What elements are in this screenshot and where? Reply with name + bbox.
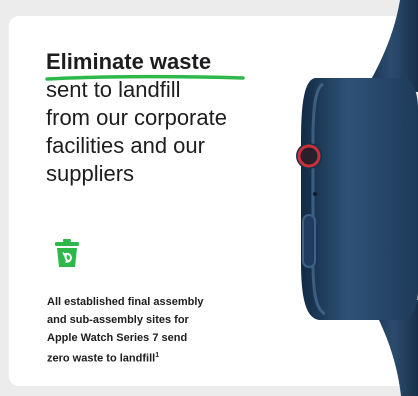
caption-line-2: and sub-assembly sites for bbox=[47, 314, 189, 326]
headline-line-2: from our corporate bbox=[46, 105, 227, 130]
caption-line-1: All established final assembly bbox=[47, 296, 204, 308]
headline-line-4: suppliers bbox=[46, 161, 135, 186]
apple-watch-illustration bbox=[296, 0, 418, 396]
caption-line-4: zero waste to landfill bbox=[47, 352, 156, 365]
caption-line-3: Apple Watch Series 7 send bbox=[47, 332, 188, 344]
recycle-trash-icon bbox=[55, 239, 79, 267]
green-underline bbox=[45, 74, 245, 81]
headline: Eliminate waste sent to landfill from ou… bbox=[45, 48, 296, 188]
caption: All established final assembly and sub-a… bbox=[47, 293, 287, 368]
headline-line-3: facilities and our bbox=[46, 133, 205, 158]
footnote-marker: 1 bbox=[155, 352, 160, 359]
headline-emphasis: Eliminate waste bbox=[45, 48, 245, 81]
